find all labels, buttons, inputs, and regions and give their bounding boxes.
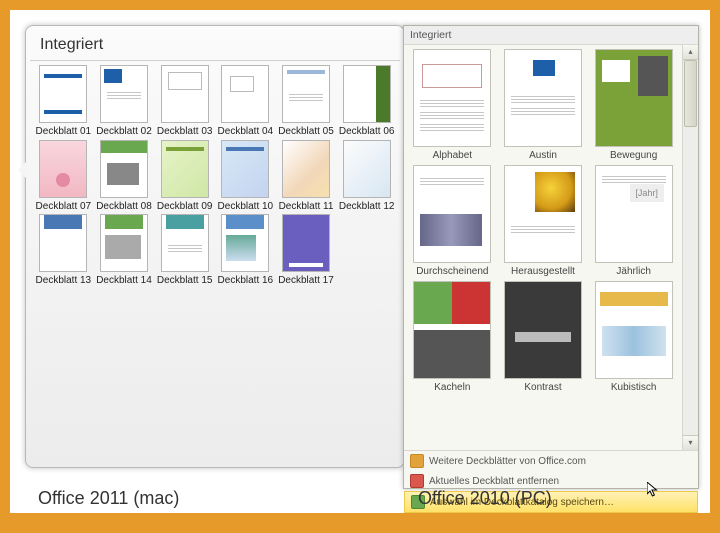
template-thumbnail <box>343 65 391 123</box>
template-label: Deckblatt 08 <box>95 201 154 213</box>
scroll-down-button[interactable]: ▾ <box>683 435 698 450</box>
template-item[interactable]: Herausgestellt <box>498 163 589 279</box>
template-thumbnail <box>39 140 87 198</box>
gallery-section-title: Integriert <box>30 34 400 61</box>
template-thumbnail <box>595 281 673 379</box>
template-item[interactable]: Deckblatt 11 <box>277 140 336 213</box>
template-thumbnail <box>413 281 491 379</box>
office-icon <box>410 454 424 468</box>
gallery-section-title: Integriert <box>404 26 698 45</box>
comparison-stage: Integriert Deckblatt 01 Deckblatt 02 Dec… <box>10 10 710 513</box>
template-thumbnail <box>161 65 209 123</box>
template-label: Alphabet <box>408 150 497 161</box>
template-label: Deckblatt 16 <box>216 275 275 287</box>
template-item[interactable]: Alphabet <box>407 47 498 163</box>
pc-template-grid: Alphabet Austin Bewegung Durchscheinend … <box>404 45 682 450</box>
template-item[interactable]: Deckblatt 13 <box>34 214 93 287</box>
template-thumbnail <box>221 214 269 272</box>
template-item[interactable]: Deckblatt 05 <box>277 65 336 138</box>
template-label: Deckblatt 03 <box>155 126 214 138</box>
template-label: Austin <box>499 150 588 161</box>
template-item[interactable]: Kontrast <box>498 279 589 395</box>
cover-page-gallery-mac: Integriert Deckblatt 01 Deckblatt 02 Dec… <box>25 25 405 468</box>
template-label: Kacheln <box>408 382 497 393</box>
template-item[interactable]: Deckblatt 01 <box>34 65 93 138</box>
template-item[interactable]: Austin <box>498 47 589 163</box>
template-thumbnail <box>161 214 209 272</box>
template-label: Deckblatt 11 <box>277 201 336 213</box>
template-thumbnail <box>221 65 269 123</box>
template-thumbnail: [Jahr] <box>595 165 673 263</box>
template-label: Deckblatt 10 <box>216 201 275 213</box>
template-item[interactable]: Deckblatt 12 <box>337 140 396 213</box>
template-thumbnail <box>282 214 330 272</box>
template-label: Deckblatt 17 <box>277 275 336 287</box>
caption-mac: Office 2011 (mac) <box>38 488 179 509</box>
popover-tail <box>18 161 27 179</box>
template-item[interactable]: Deckblatt 10 <box>216 140 275 213</box>
template-label: Deckblatt 12 <box>337 201 396 213</box>
caption-pc: Office 2010 (PC) <box>418 488 552 509</box>
template-item[interactable]: Deckblatt 17 <box>277 214 336 287</box>
template-label: Deckblatt 13 <box>34 275 93 287</box>
footer-label: Weitere Deckblätter von Office.com <box>429 456 586 467</box>
template-label: Bewegung <box>589 150 678 161</box>
template-label: Deckblatt 15 <box>155 275 214 287</box>
more-from-office-link[interactable]: Weitere Deckblätter von Office.com <box>404 451 698 471</box>
template-thumbnail <box>413 165 491 263</box>
template-item[interactable]: Deckblatt 02 <box>95 65 154 138</box>
template-label: Deckblatt 07 <box>34 201 93 213</box>
template-label: Kontrast <box>499 382 588 393</box>
template-label: Deckblatt 09 <box>155 201 214 213</box>
template-thumbnail <box>282 65 330 123</box>
template-label: Deckblatt 06 <box>337 126 396 138</box>
template-item[interactable]: Deckblatt 09 <box>155 140 214 213</box>
template-label: Deckblatt 04 <box>216 126 275 138</box>
template-label: Durchscheinend <box>408 266 497 277</box>
template-item[interactable]: Bewegung <box>588 47 679 163</box>
template-item[interactable]: [Jahr] Jährlich <box>588 163 679 279</box>
scrollbar[interactable]: ▴ ▾ <box>682 45 698 450</box>
template-item[interactable]: Kubistisch <box>588 279 679 395</box>
template-thumbnail <box>413 49 491 147</box>
pc-gallery-body: Alphabet Austin Bewegung Durchscheinend … <box>404 45 698 450</box>
template-item[interactable]: Deckblatt 16 <box>216 214 275 287</box>
template-thumbnail <box>100 65 148 123</box>
template-label: Deckblatt 14 <box>95 275 154 287</box>
template-item[interactable]: Kacheln <box>407 279 498 395</box>
scroll-up-button[interactable]: ▴ <box>683 45 698 60</box>
footer-label: Aktuelles Deckblatt entfernen <box>429 476 559 487</box>
template-item[interactable]: Deckblatt 14 <box>95 214 154 287</box>
template-item[interactable]: Deckblatt 15 <box>155 214 214 287</box>
template-item[interactable]: Deckblatt 07 <box>34 140 93 213</box>
template-item[interactable]: Deckblatt 08 <box>95 140 154 213</box>
template-thumbnail <box>100 214 148 272</box>
template-thumbnail <box>221 140 269 198</box>
cover-page-gallery-pc: Integriert Alphabet Austin Bewegung Durc… <box>403 25 699 489</box>
remove-icon <box>410 474 424 488</box>
scrollbar-thumb[interactable] <box>684 60 697 127</box>
template-thumbnail <box>504 281 582 379</box>
template-thumbnail <box>595 49 673 147</box>
template-thumbnail <box>39 65 87 123</box>
template-item[interactable]: Durchscheinend <box>407 163 498 279</box>
mac-template-grid: Deckblatt 01 Deckblatt 02 Deckblatt 03 D… <box>30 61 400 291</box>
template-thumbnail <box>161 140 209 198</box>
template-label: Deckblatt 02 <box>95 126 154 138</box>
template-thumbnail <box>39 214 87 272</box>
template-label: Kubistisch <box>589 382 678 393</box>
template-thumbnail <box>504 165 582 263</box>
template-thumbnail <box>504 49 582 147</box>
template-item[interactable]: Deckblatt 06 <box>337 65 396 138</box>
template-label: Herausgestellt <box>499 266 588 277</box>
template-thumbnail <box>343 140 391 198</box>
template-item[interactable]: Deckblatt 03 <box>155 65 214 138</box>
template-item[interactable]: Deckblatt 04 <box>216 65 275 138</box>
template-thumbnail <box>100 140 148 198</box>
template-label: Jährlich <box>589 266 678 277</box>
template-label: Deckblatt 05 <box>277 126 336 138</box>
template-label: Deckblatt 01 <box>34 126 93 138</box>
template-thumbnail <box>282 140 330 198</box>
